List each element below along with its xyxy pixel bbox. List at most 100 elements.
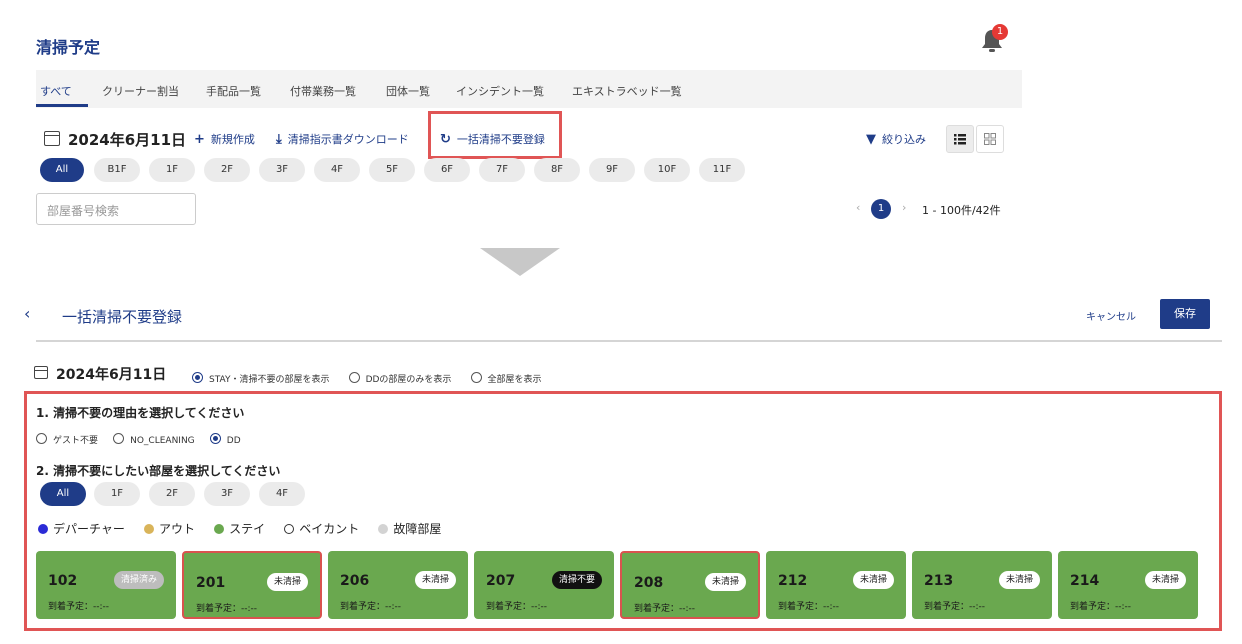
pagination-range: 1 - 100件/42件	[922, 204, 1001, 217]
list-view-button[interactable]	[946, 125, 974, 153]
floor-pill[interactable]: 4F	[259, 482, 305, 506]
room-card[interactable]: 212 未清掃 到着予定：--:--	[766, 551, 906, 619]
room-eta: 到着予定：--:--	[634, 604, 696, 614]
room-eta: 到着予定：--:--	[778, 602, 840, 612]
tab-extra-tasks[interactable]: 付帯業務一覧	[290, 83, 356, 99]
refresh-icon: ↻	[440, 132, 451, 147]
display-option[interactable]: 全部屋を表示	[470, 372, 542, 385]
bulk-no-cleaning-link[interactable]: ↻ 一括清掃不要登録	[440, 131, 545, 147]
floor-pill[interactable]: 8F	[534, 158, 580, 182]
step2-title: 2. 清掃不要にしたい部屋を選択してください	[36, 464, 281, 478]
legend-stay: ステイ	[214, 520, 265, 537]
floor-pill[interactable]: 10F	[644, 158, 690, 182]
room-card[interactable]: 206 未清掃 到着予定：--:--	[328, 551, 468, 619]
floor-pill[interactable]: 1F	[94, 482, 140, 506]
floor-pill[interactable]: 3F	[204, 482, 250, 506]
notification-badge: 1	[992, 24, 1008, 40]
room-card-selected[interactable]: 208 未清掃 到着予定：--:--	[620, 551, 760, 619]
grid-view-icon	[984, 133, 996, 145]
tab-groups[interactable]: 団体一覧	[386, 83, 430, 99]
room-card[interactable]: 213 未清掃 到着予定：--:--	[912, 551, 1052, 619]
radio-icon	[113, 433, 125, 444]
filter-icon: ▼	[866, 132, 876, 147]
chevron-left-icon[interactable]: ‹	[856, 201, 860, 214]
back-arrow-icon[interactable]: ‹	[24, 304, 30, 323]
floor-pill-all[interactable]: All	[40, 158, 84, 182]
room-eta: 到着予定：--:--	[1070, 602, 1132, 612]
floor-pill[interactable]: 6F	[424, 158, 470, 182]
floor-pill[interactable]: 7F	[479, 158, 525, 182]
floor-pill[interactable]: 2F	[204, 158, 250, 182]
tab-all[interactable]: すべて	[40, 83, 72, 99]
room-eta: 到着予定：--:--	[486, 602, 548, 612]
room-search-input[interactable]: 部屋番号検索	[36, 193, 196, 225]
room-status-badge: 清掃済み	[113, 571, 164, 589]
radio-icon	[470, 372, 482, 383]
step1-title: 1. 清掃不要の理由を選択してください	[36, 406, 245, 420]
flow-arrow	[480, 248, 560, 276]
calendar-icon	[44, 131, 60, 146]
reason-option[interactable]: DD	[209, 433, 241, 446]
calendar-icon	[34, 366, 48, 379]
radio-icon	[36, 433, 47, 444]
room-status-badge: 未清掃	[852, 571, 894, 589]
display-option[interactable]: STAY・清掃不要の部屋を表示	[192, 372, 329, 385]
room-number: 102	[48, 573, 78, 589]
floor-pill[interactable]: 5F	[369, 158, 415, 182]
floor-pill[interactable]: 2F	[149, 482, 195, 506]
reason-options: ゲスト不要 NO_CLEANING DD	[36, 428, 255, 447]
floor-pill[interactable]: B1F	[94, 158, 140, 182]
legend-dot-icon	[214, 524, 225, 534]
list-view-icon	[954, 134, 966, 145]
room-status-badge: 未清掃	[704, 573, 746, 591]
reason-option[interactable]: NO_CLEANING	[113, 433, 195, 446]
legend-out-of-order: 故障部屋	[378, 520, 441, 537]
grid-view-button[interactable]	[976, 125, 1004, 153]
room-number: 214	[1070, 573, 1100, 589]
room-card-selected[interactable]: 201 未清掃 到着予定：--:--	[182, 551, 322, 619]
floor-pill-all[interactable]: All	[40, 482, 86, 506]
page-number-current[interactable]: 1	[871, 199, 891, 219]
display-options: STAY・清掃不要の部屋を表示 DDの部屋のみを表示 全部屋を表示	[192, 367, 556, 386]
room-card[interactable]: 207 清掃不要 到着予定：--:--	[474, 551, 614, 619]
room-number: 208	[634, 575, 664, 591]
tab-bar: すべて クリーナー割当 手配品一覧 付帯業務一覧 団体一覧 インシデント一覧 エ…	[36, 70, 1022, 108]
tab-cleaner-assign[interactable]: クリーナー割当	[102, 83, 179, 99]
floor-pill[interactable]: 4F	[314, 158, 360, 182]
floor-pill[interactable]: 3F	[259, 158, 305, 182]
tab-extra-beds[interactable]: エキストラベッド一覧	[572, 83, 682, 99]
room-card[interactable]: 102 清掃済み 到着予定：--:--	[36, 551, 176, 619]
radio-icon	[209, 433, 221, 444]
plus-icon: +	[194, 132, 205, 147]
download-instructions-link[interactable]: ⤓ 清掃指示書ダウンロード	[276, 131, 409, 147]
room-eta: 到着予定：--:--	[48, 602, 110, 612]
bulk-floor-filter-row: All 1F 2F 3F 4F	[0, 482, 320, 508]
floor-pill[interactable]: 9F	[589, 158, 635, 182]
tab-incidents[interactable]: インシデント一覧	[456, 83, 544, 99]
cancel-button[interactable]: キャンセル	[1086, 308, 1136, 323]
tab-supplies[interactable]: 手配品一覧	[206, 83, 261, 99]
status-legend: デパーチャー アウト ステイ ベイカント 故障部屋	[38, 518, 455, 537]
date-display[interactable]: 2024年6月11日	[68, 129, 186, 150]
floor-filter-row: All B1F 1F 2F 3F 4F 5F 6F 7F 8F 9F 10F 1…	[0, 158, 800, 184]
legend-departure: デパーチャー	[38, 520, 125, 537]
chevron-right-icon[interactable]: ›	[902, 201, 906, 214]
save-button[interactable]: 保存	[1160, 299, 1210, 329]
legend-dot-icon	[143, 524, 154, 534]
room-status-badge: 清掃不要	[551, 571, 602, 589]
header-divider	[36, 340, 1222, 342]
floor-pill[interactable]: 1F	[149, 158, 195, 182]
new-create-link[interactable]: + 新規作成	[194, 131, 255, 147]
room-card[interactable]: 214 未清掃 到着予定：--:--	[1058, 551, 1198, 619]
bulk-date-display[interactable]: 2024年6月11日	[56, 364, 166, 384]
room-eta: 到着予定：--:--	[924, 602, 986, 612]
reason-option[interactable]: ゲスト不要	[36, 433, 98, 446]
room-eta: 到着予定：--:--	[340, 602, 402, 612]
radio-icon	[348, 372, 360, 383]
room-status-badge: 未清掃	[414, 571, 456, 589]
filter-button[interactable]: ▼ 絞り込み	[866, 131, 926, 147]
floor-pill[interactable]: 11F	[699, 158, 745, 182]
display-option[interactable]: DDの部屋のみを表示	[348, 372, 451, 385]
room-number: 207	[486, 573, 516, 589]
radio-icon	[192, 372, 203, 383]
